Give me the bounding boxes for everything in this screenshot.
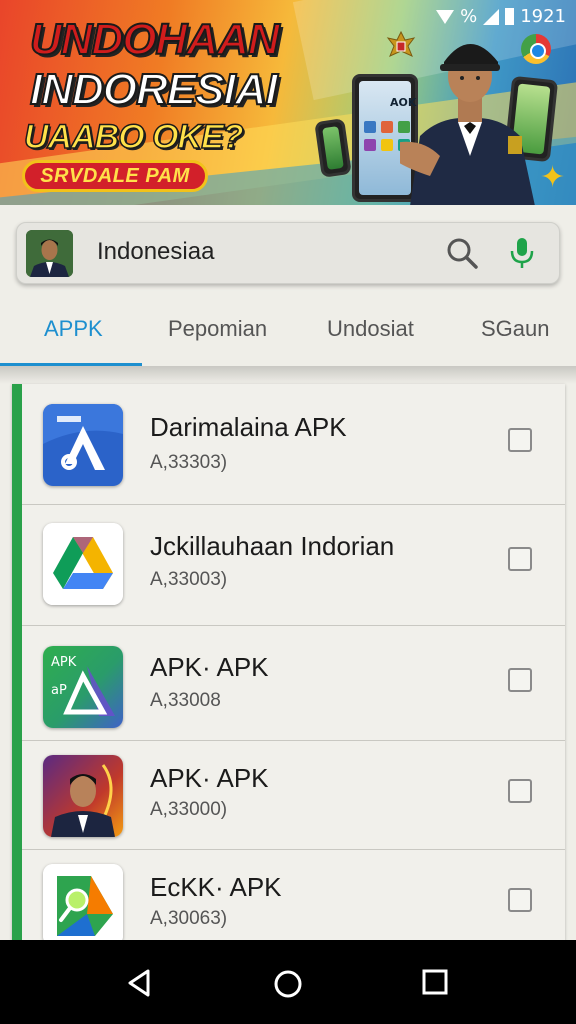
- app-version: A,33000): [150, 799, 228, 820]
- apk-icon-label: aP: [51, 683, 67, 698]
- home-circle-icon[interactable]: [272, 968, 304, 1000]
- app-version: A,30063): [150, 908, 228, 929]
- status-time: 1921: [520, 6, 566, 27]
- banner-pill-button[interactable]: SRVDALE PAM: [22, 160, 208, 192]
- search-bar[interactable]: Indonesiaa: [16, 222, 560, 284]
- search-icon[interactable]: [445, 236, 479, 270]
- tab-sgaun[interactable]: SGaun: [481, 316, 550, 342]
- app-version: A,33008: [150, 690, 221, 711]
- avatar[interactable]: [26, 230, 73, 277]
- app-version: A,33303): [150, 452, 228, 473]
- wifi-icon: [436, 9, 455, 24]
- recents-square-icon[interactable]: [421, 968, 449, 996]
- app-title: Darimalaina APK: [150, 412, 347, 442]
- tab-pepomian[interactable]: Pepomian: [168, 316, 267, 342]
- list-item[interactable]: APK aP APK· APK A,33008: [22, 626, 565, 741]
- back-triangle-icon[interactable]: [124, 968, 154, 998]
- select-checkbox[interactable]: [508, 668, 532, 692]
- promo-banner[interactable]: UNDOHAAN INDORESIAI UAABO OKE? SRVDALE P…: [0, 0, 576, 205]
- app-title: APK· APK: [150, 763, 269, 793]
- app-title: Jckillauhaan Indorian: [150, 531, 395, 561]
- banner-headline-1: UNDOHAAN: [29, 15, 281, 64]
- list-item[interactable]: APK· APK A,33000): [22, 741, 565, 850]
- officer-photo-icon: [400, 44, 535, 205]
- chrome-logo-icon: [521, 34, 551, 64]
- microphone-icon[interactable]: [508, 235, 536, 271]
- list-item[interactable]: Darimalaina APK A,33303): [22, 384, 565, 505]
- search-input[interactable]: Indonesiaa: [97, 238, 214, 266]
- app-title: APK· APK: [150, 652, 269, 682]
- app-list: Darimalaina APK A,33303) Jckillauhaan In…: [12, 384, 565, 946]
- drive-triangle-icon: [43, 523, 123, 605]
- list-item[interactable]: EcKK· APK A,30063): [22, 850, 565, 946]
- tab-undosiat[interactable]: Undosiat: [327, 316, 414, 342]
- green-search-icon: [43, 864, 123, 946]
- select-checkbox[interactable]: [508, 547, 532, 571]
- tab-appk[interactable]: APPK: [44, 316, 103, 342]
- apk-icon-label: APK: [51, 655, 77, 670]
- blue-a-icon: [43, 404, 123, 486]
- app-title: EcKK· APK: [150, 872, 282, 902]
- presenter-photo-icon: [43, 755, 123, 837]
- battery-percent-symbol: %: [460, 6, 478, 27]
- status-bar: % 1921: [436, 6, 566, 27]
- banner-headline-2: INDORESIAI: [29, 65, 279, 114]
- tab-bar: APPK Pepomian Undosiat SGaun: [0, 302, 576, 367]
- battery-icon: [505, 8, 515, 25]
- navigation-bar: [0, 940, 576, 1024]
- user-avatar-icon: [26, 230, 73, 277]
- banner-headline-3: UAABO OKE?: [23, 118, 244, 156]
- list-item[interactable]: Jckillauhaan Indorian A,33003): [22, 505, 565, 626]
- tab-shadow: [0, 366, 576, 384]
- signal-icon: [483, 8, 500, 25]
- app-version: A,33003): [150, 569, 228, 590]
- select-checkbox[interactable]: [508, 779, 532, 803]
- select-checkbox[interactable]: [508, 888, 532, 912]
- star-icon: ✦: [540, 160, 566, 195]
- list-accent-bar: [12, 384, 22, 944]
- select-checkbox[interactable]: [508, 428, 532, 452]
- apk-green-icon: APK aP: [43, 646, 123, 728]
